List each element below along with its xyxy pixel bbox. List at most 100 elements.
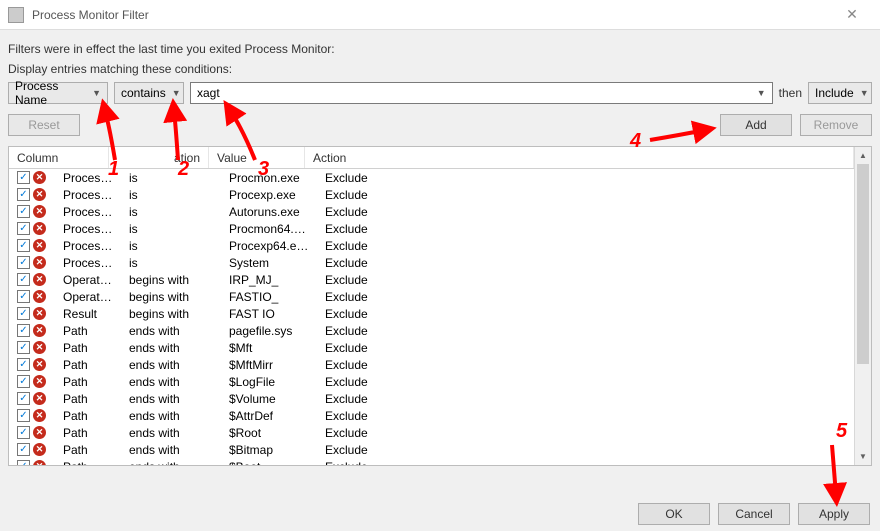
cell-column: Process N... (55, 188, 121, 202)
scroll-thumb[interactable] (857, 164, 869, 364)
footer-buttons: OK Cancel Apply (638, 503, 870, 525)
cell-column: Operation (55, 273, 121, 287)
table-row[interactable]: ✓✕Process N...isProcexp.exeExclude (9, 186, 854, 203)
cell-relation: is (121, 256, 221, 270)
cell-action: Exclude (317, 188, 854, 202)
cell-action: Exclude (317, 409, 854, 423)
table-row[interactable]: ✓✕Pathends with$LogFileExclude (9, 373, 854, 390)
table-row[interactable]: ✓✕Operationbegins withFASTIO_Exclude (9, 288, 854, 305)
add-button[interactable]: Add (720, 114, 792, 136)
close-button[interactable]: ✕ (832, 6, 872, 23)
scroll-up-icon[interactable]: ▲ (855, 147, 871, 164)
checkbox-icon[interactable]: ✓ (17, 239, 30, 252)
checkbox-icon[interactable]: ✓ (17, 358, 30, 371)
checkbox-icon[interactable]: ✓ (17, 171, 30, 184)
table-row[interactable]: ✓✕Pathends with$MftExclude (9, 339, 854, 356)
table-row[interactable]: ✓✕Pathends with$BitmapExclude (9, 441, 854, 458)
cell-action: Exclude (317, 239, 854, 253)
then-label: then (779, 86, 802, 100)
table-row[interactable]: ✓✕Pathends with$RootExclude (9, 424, 854, 441)
scroll-track[interactable] (855, 164, 871, 448)
cell-action: Exclude (317, 341, 854, 355)
checkbox-icon[interactable]: ✓ (17, 341, 30, 354)
cell-value: $Mft (221, 341, 317, 355)
table-row[interactable]: ✓✕Process N...isProcexp64.exeExclude (9, 237, 854, 254)
exclude-icon: ✕ (33, 426, 46, 439)
table-row[interactable]: ✓✕Pathends with$MftMirrExclude (9, 356, 854, 373)
checkbox-icon[interactable]: ✓ (17, 205, 30, 218)
checkbox-icon[interactable]: ✓ (17, 324, 30, 337)
action-select-value: Include (815, 86, 854, 100)
checkbox-icon[interactable]: ✓ (17, 290, 30, 303)
cell-relation: is (121, 171, 221, 185)
checkbox-icon[interactable]: ✓ (17, 443, 30, 456)
cancel-button[interactable]: Cancel (718, 503, 790, 525)
checkbox-icon[interactable]: ✓ (17, 273, 30, 286)
remove-button[interactable]: Remove (800, 114, 872, 136)
table-row[interactable]: ✓✕Pathends with$VolumeExclude (9, 390, 854, 407)
table-row[interactable]: ✓✕Process N...isProcmon64.exeExclude (9, 220, 854, 237)
relation-select[interactable]: contains ▼ (114, 82, 184, 104)
header-relation[interactable]: ation (109, 147, 209, 168)
intro-text: Filters were in effect the last time you… (8, 42, 872, 56)
header-action[interactable]: Action (305, 147, 854, 168)
relation-select-value: contains (121, 86, 166, 100)
exclude-icon: ✕ (33, 443, 46, 456)
cell-value: pagefile.sys (221, 324, 317, 338)
apply-button[interactable]: Apply (798, 503, 870, 525)
cell-relation: ends with (121, 341, 221, 355)
table-row[interactable]: ✓✕Pathends with$AttrDefExclude (9, 407, 854, 424)
action-select[interactable]: Include ▼ (808, 82, 872, 104)
column-select-value: Process Name (15, 79, 86, 107)
cell-value: $AttrDef (221, 409, 317, 423)
scrollbar[interactable]: ▲ ▼ (854, 147, 871, 465)
checkbox-icon[interactable]: ✓ (17, 188, 30, 201)
table-row[interactable]: ✓✕Pathends with$BootExclude (9, 458, 854, 465)
scroll-down-icon[interactable]: ▼ (855, 448, 871, 465)
value-input[interactable]: xagt ▼ (190, 82, 773, 104)
cell-column: Result (55, 307, 121, 321)
cell-column: Operation (55, 290, 121, 304)
checkbox-icon[interactable]: ✓ (17, 392, 30, 405)
checkbox-icon[interactable]: ✓ (17, 460, 30, 465)
checkbox-icon[interactable]: ✓ (17, 307, 30, 320)
cell-relation: ends with (121, 426, 221, 440)
reset-button[interactable]: Reset (8, 114, 80, 136)
exclude-icon: ✕ (33, 290, 46, 303)
checkbox-icon[interactable]: ✓ (17, 222, 30, 235)
cell-value: $Boot (221, 460, 317, 466)
checkbox-icon[interactable]: ✓ (17, 375, 30, 388)
cell-value: Procmon.exe (221, 171, 317, 185)
exclude-icon: ✕ (33, 324, 46, 337)
cell-value: System (221, 256, 317, 270)
ok-button[interactable]: OK (638, 503, 710, 525)
table-row[interactable]: ✓✕Process N...isProcmon.exeExclude (9, 169, 854, 186)
exclude-icon: ✕ (33, 358, 46, 371)
column-select[interactable]: Process Name ▼ (8, 82, 108, 104)
cell-action: Exclude (317, 273, 854, 287)
table-row[interactable]: ✓✕Process N...isSystemExclude (9, 254, 854, 271)
cell-relation: is (121, 222, 221, 236)
table-row[interactable]: ✓✕Operationbegins withIRP_MJ_Exclude (9, 271, 854, 288)
window-title: Process Monitor Filter (32, 8, 832, 22)
table-row[interactable]: ✓✕Pathends withpagefile.sysExclude (9, 322, 854, 339)
header-column[interactable]: Column (9, 147, 109, 168)
checkbox-icon[interactable]: ✓ (17, 409, 30, 422)
checkbox-icon[interactable]: ✓ (17, 256, 30, 269)
exclude-icon: ✕ (33, 409, 46, 422)
cell-action: Exclude (317, 443, 854, 457)
checkbox-icon[interactable]: ✓ (17, 426, 30, 439)
cell-value: $LogFile (221, 375, 317, 389)
header-value[interactable]: Value (209, 147, 305, 168)
cell-column: Path (55, 426, 121, 440)
chevron-down-icon: ▼ (860, 88, 869, 98)
table-row[interactable]: ✓✕Process N...isAutoruns.exeExclude (9, 203, 854, 220)
exclude-icon: ✕ (33, 375, 46, 388)
table-row[interactable]: ✓✕Resultbegins withFAST IOExclude (9, 305, 854, 322)
exclude-icon: ✕ (33, 171, 46, 184)
cell-relation: is (121, 205, 221, 219)
cell-column: Path (55, 341, 121, 355)
cell-column: Path (55, 358, 121, 372)
cell-column: Process N... (55, 171, 121, 185)
cell-action: Exclude (317, 358, 854, 372)
